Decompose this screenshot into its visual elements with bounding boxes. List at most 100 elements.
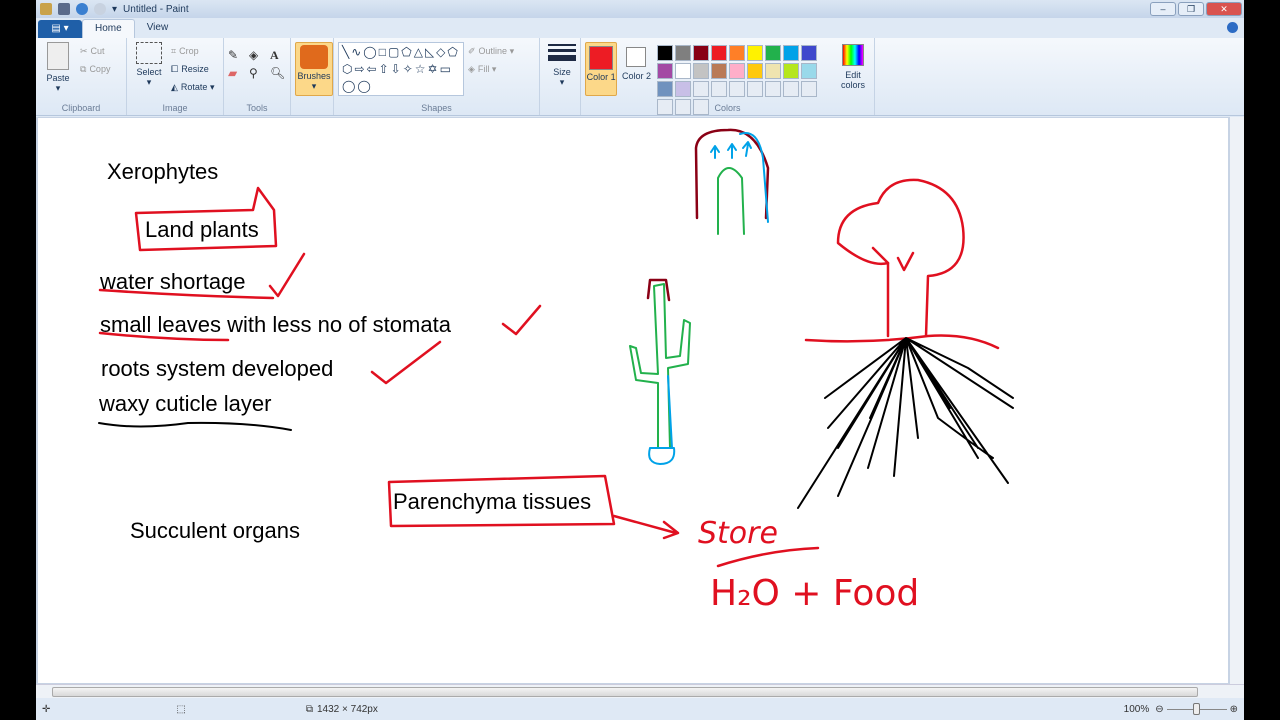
handwritten-store: Store xyxy=(698,516,778,551)
close-button[interactable]: ✕ xyxy=(1206,2,1242,16)
crop-button[interactable]: ⌗ Crop xyxy=(171,42,214,60)
fill-bucket-icon[interactable]: ◈ xyxy=(249,48,267,63)
resize-button[interactable]: ⧠ Resize xyxy=(171,60,214,78)
tab-home[interactable]: Home xyxy=(82,19,135,38)
handwritten-h2o-food: H₂O + Food xyxy=(710,573,920,614)
horizontal-scrollbar[interactable] xyxy=(36,684,1244,698)
size-button[interactable]: Size ▾ xyxy=(544,42,580,88)
palette-swatch[interactable] xyxy=(746,45,763,61)
brushes-group: Brushes ▾ xyxy=(291,38,334,115)
restore-button[interactable]: ❐ xyxy=(1178,2,1204,16)
waxy-underline xyxy=(98,421,292,431)
save-icon[interactable] xyxy=(58,3,70,15)
cactus-top xyxy=(694,128,770,220)
palette-swatch[interactable] xyxy=(800,45,817,61)
palette-empty-swatch[interactable] xyxy=(782,81,799,97)
outline-button[interactable]: ✐ Outline ▾ xyxy=(468,42,514,60)
roots-check xyxy=(370,340,442,385)
canvas-text-land-plants: Land plants xyxy=(145,217,259,242)
palette-swatch[interactable] xyxy=(656,63,673,79)
outline-icon: ✐ xyxy=(468,45,476,56)
brushes-button[interactable]: Brushes ▾ xyxy=(295,42,333,96)
cursor-position-icon: ✛ xyxy=(42,704,51,715)
zoom-slider[interactable] xyxy=(1166,703,1227,715)
palette-swatch[interactable] xyxy=(710,45,727,61)
pencil-icon[interactable]: ✎ xyxy=(228,48,246,63)
palette-swatch[interactable] xyxy=(692,63,709,79)
shapes-group: ╲∿◯□▢⬠△◺◇⬠⬡⇨⇦⇧⇩✧☆✡▭◯◯ ✐ Outline ▾ ◈ Fill ▾… xyxy=(334,38,540,115)
clipboard-icon xyxy=(47,42,69,70)
canvas-text-water-shortage: water shortage xyxy=(100,269,246,294)
small-cactus-base xyxy=(648,375,676,465)
palette-swatch[interactable] xyxy=(782,63,799,79)
colors-group: Color 1 Color 2 Edit colors Colors xyxy=(581,38,875,115)
cut-button[interactable]: ✂ Cut xyxy=(80,42,110,60)
undo-icon[interactable] xyxy=(76,3,88,15)
palette-swatch[interactable] xyxy=(764,63,781,79)
customize-quick-access-icon[interactable]: ▾ xyxy=(112,4,117,15)
palette-empty-swatch[interactable] xyxy=(728,81,745,97)
small-cactus-body xyxy=(629,283,691,449)
palette-empty-swatch[interactable] xyxy=(746,81,763,97)
help-icon[interactable] xyxy=(1227,22,1238,33)
palette-swatch[interactable] xyxy=(782,45,799,61)
crop-icon: ⌗ xyxy=(171,45,177,56)
canvas-text-succulent: Succulent organs xyxy=(130,518,300,543)
horizontal-scroll-thumb[interactable] xyxy=(52,687,1198,697)
image-size-icon: ⧉ xyxy=(305,704,313,715)
color1-button[interactable]: Color 1 xyxy=(585,42,618,96)
color2-label: Color 2 xyxy=(621,71,651,81)
file-menu-button[interactable]: ▤ ▾ xyxy=(38,20,82,38)
copy-label: Copy xyxy=(89,64,111,74)
crop-label: Crop xyxy=(179,46,199,56)
outline-label: Outline ▾ xyxy=(478,45,515,56)
color-picker-icon[interactable]: ⚲ xyxy=(249,66,267,80)
magnifier-icon[interactable]: 🔍︎ xyxy=(270,66,288,80)
rainbow-icon xyxy=(841,44,864,66)
palette-empty-swatch[interactable] xyxy=(800,81,817,97)
arrow-to-store xyxy=(612,514,680,540)
fill-button[interactable]: ◈ Fill ▾ xyxy=(468,60,514,78)
canvas-text-small-leaves: small leaves with less no of stomata xyxy=(100,312,451,337)
paste-label: Paste xyxy=(46,73,70,83)
palette-swatch[interactable] xyxy=(746,63,763,79)
palette-swatch[interactable] xyxy=(656,45,673,61)
cactus-body xyxy=(717,167,745,235)
palette-swatch[interactable] xyxy=(764,45,781,61)
zoom-in-button[interactable]: ⊕ xyxy=(1230,704,1238,715)
rotate-label: Rotate ▾ xyxy=(180,81,215,92)
shapes-group-label: Shapes xyxy=(421,103,452,113)
copy-icon: ⧉ xyxy=(80,63,87,74)
status-bar: ✛ ⬚ ⧉ 1432 × 742px 100% ⊖ ⊕ xyxy=(36,699,1244,720)
color1-swatch xyxy=(589,46,614,70)
canvas-area: Xerophytes Land plants water shortage sm… xyxy=(36,117,1244,684)
palette-swatch[interactable] xyxy=(728,63,745,79)
palette-swatch[interactable] xyxy=(728,45,745,61)
eraser-icon[interactable]: ▰ xyxy=(228,66,246,80)
vertical-scrollbar[interactable] xyxy=(1230,117,1244,684)
text-tool-icon[interactable]: A xyxy=(270,48,288,63)
palette-empty-swatch[interactable] xyxy=(692,81,709,97)
scissors-icon: ✂ xyxy=(80,45,88,56)
zoom-out-button[interactable]: ⊖ xyxy=(1155,704,1163,715)
palette-empty-swatch[interactable] xyxy=(764,81,781,97)
palette-empty-swatch[interactable] xyxy=(710,81,727,97)
redo-icon[interactable] xyxy=(94,3,106,15)
palette-swatch[interactable] xyxy=(710,63,727,79)
copy-button[interactable]: ⧉ Copy xyxy=(80,60,110,78)
shapes-gallery[interactable]: ╲∿◯□▢⬠△◺◇⬠⬡⇨⇦⇧⇩✧☆✡▭◯◯ xyxy=(338,42,464,96)
palette-swatch[interactable] xyxy=(656,81,673,97)
palette-swatch[interactable] xyxy=(674,81,691,97)
palette-swatch[interactable] xyxy=(800,63,817,79)
drawing-canvas[interactable]: Xerophytes Land plants water shortage sm… xyxy=(38,118,1228,683)
rotate-button[interactable]: ◭ Rotate ▾ xyxy=(171,78,214,96)
ground-line xyxy=(804,334,1000,350)
minimize-button[interactable]: – xyxy=(1150,2,1176,16)
ribbon: Paste ▾ ✂ Cut ⧉ Copy Clipboard Select ▾ ⌗ Cro… xyxy=(36,38,1244,116)
tab-view[interactable]: View xyxy=(135,19,181,38)
palette-swatch[interactable] xyxy=(674,45,691,61)
edit-colors-label: Edit colors xyxy=(840,70,865,90)
palette-swatch[interactable] xyxy=(674,63,691,79)
palette-swatch[interactable] xyxy=(692,45,709,61)
tools-group: ✎ ◈ A ▰ ⚲ 🔍︎ Tools xyxy=(224,38,291,115)
